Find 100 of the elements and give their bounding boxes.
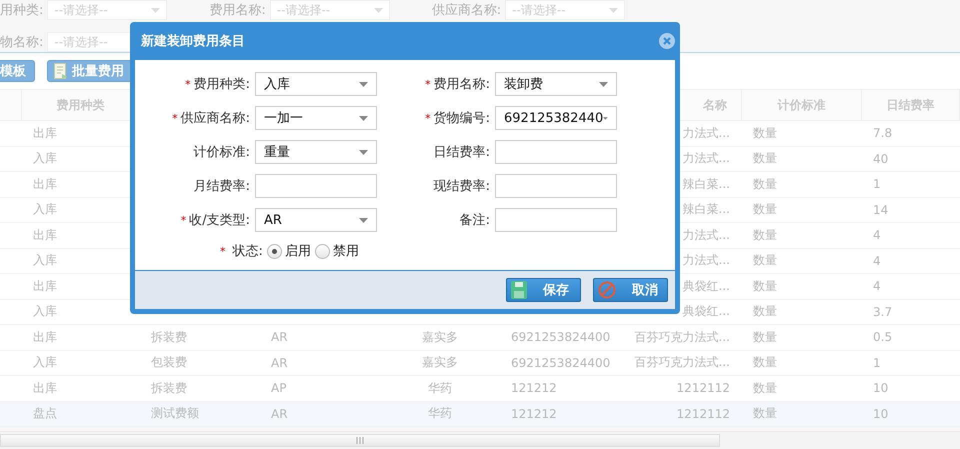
close-icon[interactable] bbox=[659, 33, 675, 49]
table-cell: 出库 bbox=[33, 380, 57, 395]
table-cell: 盘点 bbox=[33, 406, 57, 420]
table-cell: 包装费 bbox=[151, 355, 187, 370]
table-cell: 数量 bbox=[753, 126, 777, 140]
required-asterisk: * bbox=[425, 78, 431, 91]
scrollbar-thumb[interactable] bbox=[0, 434, 720, 447]
table-cell: 数量 bbox=[753, 380, 777, 395]
caret-icon bbox=[374, 8, 383, 12]
table-cell: 10 bbox=[873, 406, 888, 421]
caret-icon bbox=[359, 82, 368, 86]
dialog-button[interactable]: 取消 bbox=[593, 278, 668, 302]
toolbar-button[interactable]: 批量费用 bbox=[47, 60, 133, 82]
table-cell: 数量 bbox=[753, 355, 777, 370]
table-cell: 入库 bbox=[33, 151, 57, 166]
caret-icon bbox=[599, 82, 608, 86]
table-cell: 辣白菜... bbox=[682, 176, 730, 191]
field-label: 供应商名称: bbox=[180, 111, 250, 126]
table-cell: 数量 bbox=[753, 330, 777, 344]
field-label: 月结费率: bbox=[194, 179, 250, 194]
input-field[interactable] bbox=[495, 208, 617, 232]
table-cell: 10 bbox=[873, 381, 888, 396]
required-asterisk: * bbox=[220, 244, 226, 258]
table-cell: 7.8 bbox=[873, 126, 892, 140]
table-row[interactable]: 盘点 测试费额 AR 华药 121212 1212112 数量 10 bbox=[0, 402, 960, 427]
required-asterisk: * bbox=[172, 112, 178, 125]
dropdown-field[interactable]: 一加一 bbox=[255, 106, 377, 130]
table-cell: 14 bbox=[873, 202, 888, 217]
dropdown-field[interactable]: 入库 bbox=[255, 72, 377, 96]
caret-icon bbox=[151, 8, 160, 12]
table-cell: AP bbox=[271, 381, 286, 396]
radio-button[interactable] bbox=[314, 244, 330, 258]
table-cell: 数量 bbox=[753, 176, 777, 191]
caret-icon bbox=[359, 150, 368, 154]
input-field[interactable] bbox=[495, 140, 617, 164]
table-cell: 数量 bbox=[753, 253, 777, 268]
required-asterisk: * bbox=[180, 214, 186, 227]
table-cell: AR bbox=[271, 406, 288, 421]
table-cell: 拆装费 bbox=[151, 380, 187, 395]
table-cell: 辣白菜... bbox=[682, 202, 730, 216]
table-cell: 0.5 bbox=[873, 330, 892, 344]
table-cell: 121212 bbox=[511, 381, 557, 396]
radio-button[interactable] bbox=[266, 244, 282, 258]
table-cell: AR bbox=[271, 330, 288, 344]
table-cell: 6921253824400 bbox=[511, 330, 610, 344]
table-cell: 入库 bbox=[33, 304, 57, 318]
radio-label: 启用 bbox=[284, 243, 311, 260]
field-label: 费用种类: bbox=[194, 77, 250, 92]
table-cell: 121212 bbox=[511, 406, 557, 421]
dropdown-field[interactable]: AR bbox=[255, 208, 377, 232]
table-cell: AR bbox=[271, 356, 288, 370]
table-cell: 数量 bbox=[753, 202, 777, 216]
table-cell: 入库 bbox=[33, 202, 57, 216]
required-asterisk: * bbox=[185, 78, 191, 91]
table-cell: 力法式... bbox=[682, 228, 730, 242]
dropdown-field[interactable]: 重量 bbox=[255, 140, 377, 164]
filter-label: 费用名称: bbox=[209, 2, 266, 19]
table-cell: 入库 bbox=[33, 355, 57, 370]
table-cell: 40 bbox=[873, 152, 888, 166]
table-row[interactable]: 入库 包装费 AR 嘉实多 6921253824400 百芬巧克力法式... 数量 1 bbox=[0, 350, 960, 376]
table-cell: 4 bbox=[873, 279, 881, 294]
prohibited-icon bbox=[598, 281, 616, 299]
input-field[interactable] bbox=[495, 174, 617, 198]
caret-icon bbox=[609, 8, 618, 12]
table-cell: 1 bbox=[873, 177, 881, 192]
table-cell: 嘉实多 bbox=[422, 330, 458, 344]
field-label: 备注: bbox=[460, 213, 490, 228]
toolbar-button[interactable]: 模板 bbox=[0, 60, 35, 82]
table-cell: 4 bbox=[873, 254, 881, 268]
table-cell: 力法式... bbox=[682, 126, 730, 140]
table-cell: 测试费额 bbox=[151, 406, 199, 420]
table-cell: 典袋红... bbox=[682, 304, 730, 318]
table-cell: 华药 bbox=[428, 380, 452, 395]
table-cell: 力法式... bbox=[682, 151, 730, 166]
table-cell: 数量 bbox=[753, 278, 777, 293]
dropdown-field[interactable]: 装卸费 bbox=[495, 72, 617, 96]
dialog-button[interactable]: 保存 bbox=[506, 278, 581, 302]
table-cell: 出库 bbox=[33, 330, 57, 344]
input-field[interactable] bbox=[255, 174, 377, 198]
table-cell: 力法式... bbox=[682, 253, 730, 268]
table-cell: 出库 bbox=[33, 228, 57, 242]
table-cell: 嘉实多 bbox=[422, 355, 458, 370]
table-cell: 出库 bbox=[33, 278, 57, 293]
table-cell: 华药 bbox=[428, 406, 452, 420]
table-cell: 百芬巧克力法式... bbox=[634, 330, 730, 344]
table-cell: 数量 bbox=[753, 228, 777, 242]
field-label: 费用名称: bbox=[434, 77, 490, 92]
table-cell: 1212112 bbox=[676, 406, 730, 421]
dropdown-field[interactable]: 692125382440 bbox=[495, 106, 617, 130]
document-icon bbox=[54, 63, 68, 79]
table-cell: 1212112 bbox=[676, 381, 730, 396]
field-label: 日结费率: bbox=[434, 145, 490, 160]
field-label: 收/支类型: bbox=[189, 213, 250, 228]
table-cell: 百芬巧克力法式... bbox=[634, 355, 730, 370]
table-cell: 数量 bbox=[753, 406, 777, 420]
radio-label: 禁用 bbox=[332, 243, 359, 260]
table-cell: 3.7 bbox=[873, 304, 892, 319]
table-cell: 拆装费 bbox=[151, 330, 187, 344]
grip-icon bbox=[356, 437, 364, 444]
table-cell: 出库 bbox=[33, 126, 57, 140]
